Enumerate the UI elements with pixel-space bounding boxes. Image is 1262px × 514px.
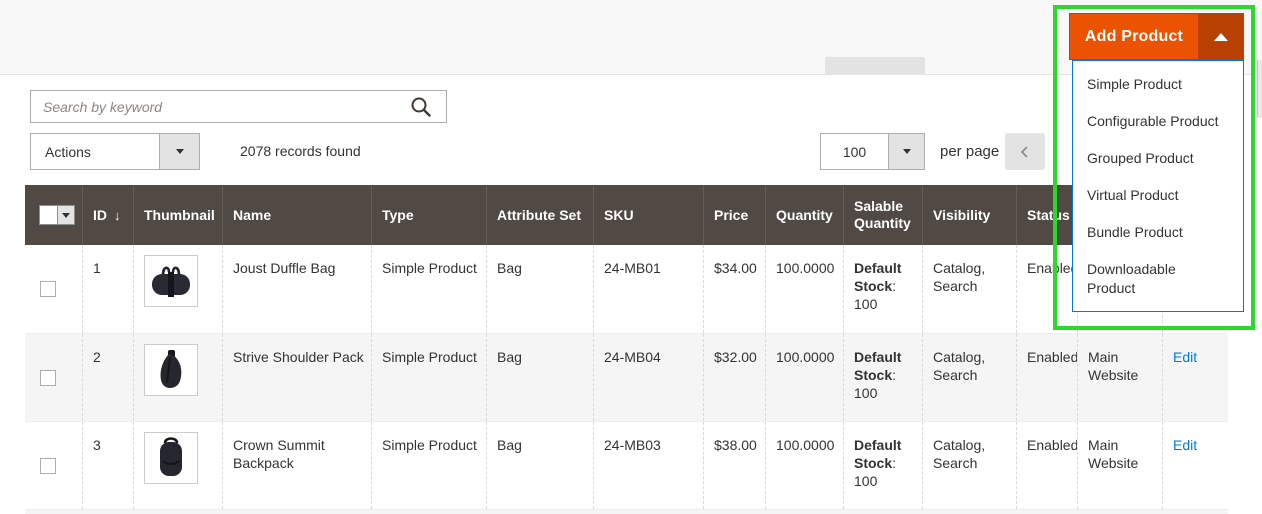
chevron-left-icon	[1018, 144, 1032, 160]
cell-sku: 24-MB03	[593, 422, 703, 509]
cell-id: 3	[82, 422, 133, 509]
menu-item-simple-product[interactable]: Simple Product	[1073, 66, 1243, 103]
cell-attribute-set: Bag	[486, 245, 593, 333]
grid-header-row: ID ↓ Thumbnail Name Type Attribute Set S…	[25, 185, 1228, 245]
column-header-id[interactable]: ID ↓	[82, 185, 133, 245]
sort-descending-icon: ↓	[114, 207, 121, 224]
cell-status: Enabled	[1016, 422, 1077, 509]
menu-item-configurable-product[interactable]: Configurable Product	[1073, 103, 1243, 140]
cell-visibility: Catalog, Search	[922, 334, 1016, 421]
product-thumbnail-shoulder-pack	[144, 344, 198, 396]
column-header-attribute-set[interactable]: Attribute Set	[486, 185, 593, 245]
cell-type: Simple Product	[371, 334, 486, 421]
row-checkbox[interactable]	[40, 281, 56, 297]
table-row: 1 Joust Duffle Bag Simple Product Bag 24…	[25, 245, 1228, 333]
caret-up-icon	[1214, 33, 1228, 41]
cell-thumbnail	[133, 245, 222, 333]
next-row-partial	[25, 509, 1228, 514]
cell-id: 2	[82, 334, 133, 421]
product-thumbnail-backpack	[144, 432, 198, 484]
cell-quantity: 100.0000	[765, 245, 843, 333]
cell-websites: Main Website	[1077, 334, 1162, 421]
row-checkbox[interactable]	[40, 458, 56, 474]
previous-page-button[interactable]	[1005, 133, 1045, 170]
add-product-label[interactable]: Add Product	[1070, 14, 1198, 59]
row-checkbox[interactable]	[40, 370, 56, 386]
table-row: 2 Strive Shoulder Pack Simple Product Ba…	[25, 333, 1228, 421]
cell-type: Simple Product	[371, 245, 486, 333]
cell-price: $34.00	[703, 245, 765, 333]
products-grid: ID ↓ Thumbnail Name Type Attribute Set S…	[25, 185, 1228, 514]
column-header-thumbnail[interactable]: Thumbnail	[133, 185, 222, 245]
search-input[interactable]	[31, 91, 446, 122]
select-all-toggle[interactable]	[57, 206, 74, 224]
actions-select-value: Actions	[31, 134, 159, 169]
table-row: 3 Crown Summit Backpack Simple Product B…	[25, 421, 1228, 509]
cell-price: $38.00	[703, 422, 765, 509]
per-page-toggle[interactable]	[888, 134, 924, 169]
select-all-checkbox[interactable]	[39, 205, 75, 225]
cell-name: Strive Shoulder Pack	[222, 334, 371, 421]
per-page-label: per page	[940, 143, 999, 160]
keyword-search	[30, 90, 447, 123]
menu-item-virtual-product[interactable]: Virtual Product	[1073, 177, 1243, 214]
cell-name: Crown Summit Backpack	[222, 422, 371, 509]
cell-sku: 24-MB01	[593, 245, 703, 333]
cell-salable-quantity: Default Stock: 100	[843, 245, 922, 333]
cell-visibility: Catalog, Search	[922, 245, 1016, 333]
column-header-salable-quantity[interactable]: Salable Quantity	[843, 185, 922, 245]
cell-id: 1	[82, 245, 133, 333]
column-header-quantity[interactable]: Quantity	[765, 185, 843, 245]
edit-link[interactable]: Edit	[1173, 437, 1197, 453]
cell-visibility: Catalog, Search	[922, 422, 1016, 509]
caret-down-icon	[176, 149, 184, 154]
cell-name: Joust Duffle Bag	[222, 245, 371, 333]
search-icon[interactable]	[410, 96, 432, 118]
cell-status: Enabled	[1016, 334, 1077, 421]
cell-type: Simple Product	[371, 422, 486, 509]
cell-attribute-set: Bag	[486, 334, 593, 421]
cell-quantity: 100.0000	[765, 334, 843, 421]
cell-thumbnail	[133, 422, 222, 509]
cell-salable-quantity: Default Stock: 100	[843, 334, 922, 421]
caret-down-icon	[62, 213, 70, 218]
select-all-header[interactable]	[25, 185, 82, 245]
products-page: Products Actions 2078 records found 100 …	[0, 0, 1262, 514]
column-header-status[interactable]: Status	[1016, 185, 1077, 245]
menu-item-bundle-product[interactable]: Bundle Product	[1073, 214, 1243, 251]
edit-link[interactable]: Edit	[1173, 349, 1197, 365]
menu-item-downloadable-product[interactable]: Downloadable Product	[1073, 251, 1243, 307]
records-found-text: 2078 records found	[240, 143, 361, 159]
cell-sku: 24-MB04	[593, 334, 703, 421]
cell-attribute-set: Bag	[486, 422, 593, 509]
menu-item-grouped-product[interactable]: Grouped Product	[1073, 140, 1243, 177]
caret-down-icon	[903, 149, 911, 154]
cell-websites: Main Website	[1077, 422, 1162, 509]
column-header-name[interactable]: Name	[222, 185, 371, 245]
cell-status: Enabled	[1016, 245, 1077, 333]
cell-salable-quantity: Default Stock: 100	[843, 422, 922, 509]
per-page-value: 100	[821, 134, 888, 169]
partial-control-block	[825, 57, 925, 75]
edge-partial-element	[1257, 60, 1262, 118]
actions-select[interactable]: Actions	[30, 133, 200, 170]
cell-thumbnail	[133, 334, 222, 421]
cell-price: $32.00	[703, 334, 765, 421]
column-header-visibility[interactable]: Visibility	[922, 185, 1016, 245]
add-product-button[interactable]: Add Product	[1069, 13, 1244, 60]
actions-select-toggle[interactable]	[159, 134, 199, 169]
column-header-price[interactable]: Price	[703, 185, 765, 245]
cell-quantity: 100.0000	[765, 422, 843, 509]
per-page-select[interactable]: 100	[820, 133, 925, 170]
column-header-type[interactable]: Type	[371, 185, 486, 245]
add-product-dropdown: Simple Product Configurable Product Grou…	[1072, 60, 1244, 312]
column-header-sku[interactable]: SKU	[593, 185, 703, 245]
product-thumbnail-duffle-bag	[144, 255, 198, 307]
add-product-toggle[interactable]	[1198, 14, 1243, 59]
